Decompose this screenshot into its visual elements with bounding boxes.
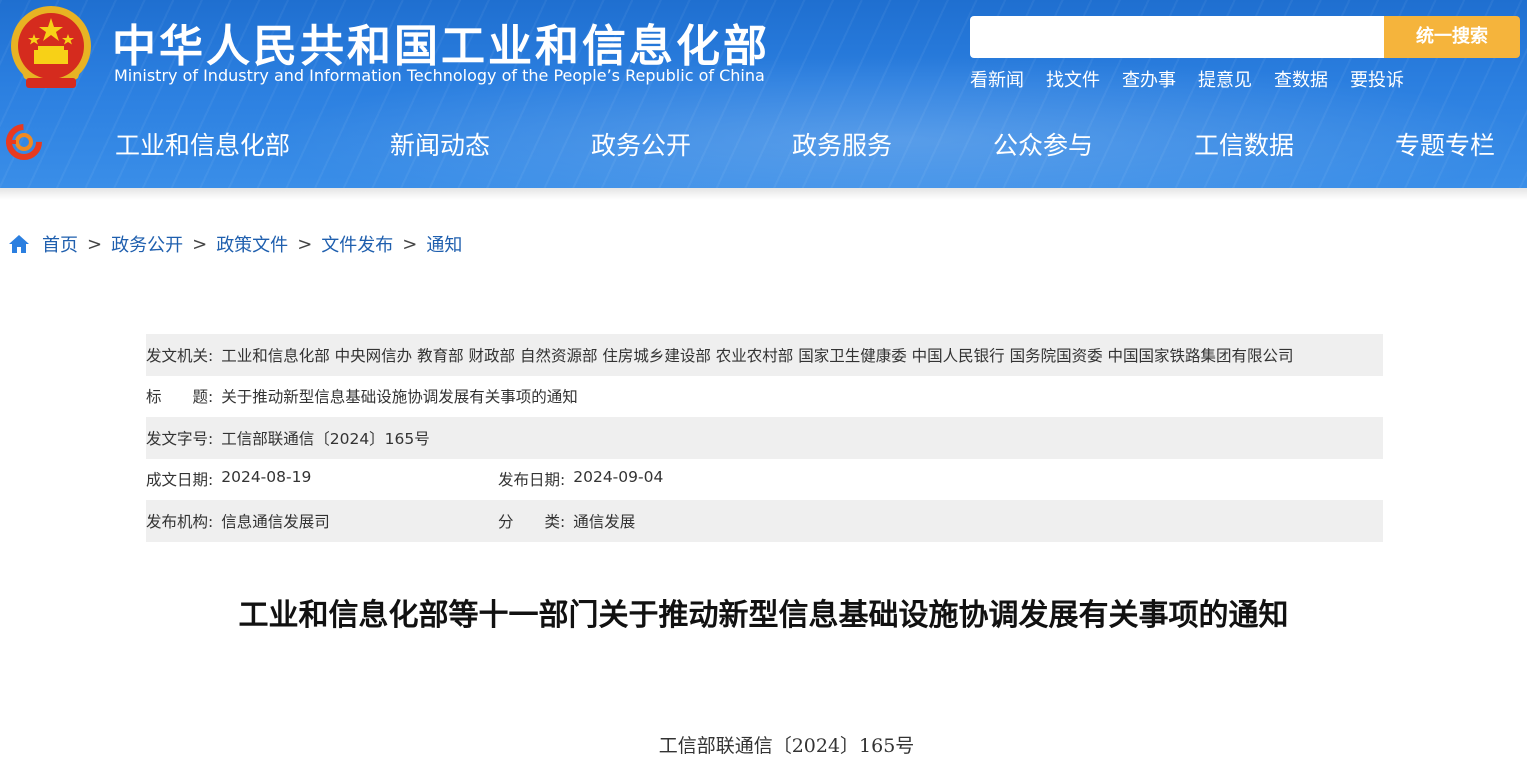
quick-link-services[interactable]: 查办事 <box>1122 66 1176 92</box>
document-number: 工信部联通信〔2024〕165号 <box>658 735 915 757</box>
issuer-value: 工业和信息化部 中央网信办 教育部 财政部 自然资源部 住房城乡建设部 农业农村… <box>221 346 1294 365</box>
info-row-doc-number: 发文字号: 工信部联通信〔2024〕165号 <box>146 417 1383 459</box>
quick-link-feedback[interactable]: 提意见 <box>1198 66 1252 92</box>
publish-date-cell: 发布日期: 2024-09-04 <box>498 468 663 490</box>
info-row-title: 标 题: 关于推动新型信息基础设施协调发展有关事项的通知 <box>146 376 1383 418</box>
breadcrumb-separator: > <box>402 233 418 255</box>
home-icon[interactable] <box>8 234 30 254</box>
site-subtitle: Ministry of Industry and Information Tec… <box>114 66 765 85</box>
publisher-label: 发布机构: <box>146 512 214 531</box>
nav-gov-services[interactable]: 政务服务 <box>792 126 892 162</box>
title-value: 关于推动新型信息基础设施协调发展有关事项的通知 <box>221 388 578 407</box>
quick-link-data[interactable]: 查数据 <box>1274 66 1328 92</box>
nav-special-topics[interactable]: 专题专栏 <box>1395 126 1495 162</box>
doc-number-value: 工信部联通信〔2024〕165号 <box>221 429 430 448</box>
publisher-value: 信息通信发展司 <box>221 512 330 531</box>
search-input[interactable] <box>970 16 1384 58</box>
title-label: 标 题: <box>146 388 214 407</box>
breadcrumb-home[interactable]: 首页 <box>42 231 78 257</box>
nav-gov-affairs[interactable]: 政务公开 <box>591 126 691 162</box>
written-date-value: 2024-08-19 <box>221 468 312 487</box>
nav-data[interactable]: 工信数据 <box>1194 126 1294 162</box>
breadcrumb-notice[interactable]: 通知 <box>426 231 462 257</box>
nav-public-participation[interactable]: 公众参与 <box>993 126 1093 162</box>
info-row-issuer: 发文机关: 工业和信息化部 中央网信办 教育部 财政部 自然资源部 住房城乡建设… <box>146 334 1383 376</box>
doc-number-label: 发文字号: <box>146 429 214 448</box>
written-date-cell: 成文日期: 2024-08-19 <box>146 468 498 490</box>
breadcrumb-gov-affairs[interactable]: 政务公开 <box>111 231 183 257</box>
publish-date-value: 2024-09-04 <box>573 468 664 487</box>
site-header: 中华人民共和国工业和信息化部 Ministry of Industry and … <box>0 0 1527 188</box>
quick-links: 看新闻 找文件 查办事 提意见 查数据 要投诉 <box>970 66 1404 92</box>
publish-date-label: 发布日期: <box>498 471 566 490</box>
written-date-label: 成文日期: <box>146 471 214 490</box>
category-label: 分 类: <box>498 512 566 531</box>
search-button[interactable]: 统一搜索 <box>1384 16 1520 58</box>
breadcrumb: 首页 > 政务公开 > 政策文件 > 文件发布 > 通知 <box>8 232 462 256</box>
document-title: 工业和信息化部等十一部门关于推动新型信息基础设施协调发展有关事项的通知 <box>238 598 1289 633</box>
issuer-label: 发文机关: <box>146 346 214 365</box>
site-title[interactable]: 中华人民共和国工业和信息化部 <box>112 10 770 74</box>
nav-news[interactable]: 新闻动态 <box>390 126 490 162</box>
national-emblem-icon[interactable] <box>8 4 94 92</box>
nav-miit[interactable]: 工业和信息化部 <box>115 126 290 162</box>
main-nav: 工业和信息化部 新闻动态 政务公开 政务服务 公众参与 工信数据 专题专栏 <box>0 120 1527 168</box>
breadcrumb-doc-release[interactable]: 文件发布 <box>321 231 393 257</box>
info-row-publisher: 发布机构: 信息通信发展司 分 类: 通信发展 <box>146 500 1383 542</box>
info-row-dates: 成文日期: 2024-08-19 发布日期: 2024-09-04 <box>146 459 1383 501</box>
quick-link-news[interactable]: 看新闻 <box>970 66 1024 92</box>
breadcrumb-separator: > <box>297 233 313 255</box>
document-info-table: 发文机关: 工业和信息化部 中央网信办 教育部 财政部 自然资源部 住房城乡建设… <box>146 334 1383 542</box>
category-value: 通信发展 <box>573 512 636 531</box>
quick-link-complaint[interactable]: 要投诉 <box>1350 66 1404 92</box>
breadcrumb-separator: > <box>192 233 208 255</box>
breadcrumb-separator: > <box>87 233 103 255</box>
category-cell: 分 类: 通信发展 <box>498 510 635 532</box>
publisher-cell: 发布机构: 信息通信发展司 <box>146 510 498 532</box>
quick-link-files[interactable]: 找文件 <box>1046 66 1100 92</box>
breadcrumb-policy-docs[interactable]: 政策文件 <box>216 231 288 257</box>
header-shadow <box>0 188 1527 200</box>
